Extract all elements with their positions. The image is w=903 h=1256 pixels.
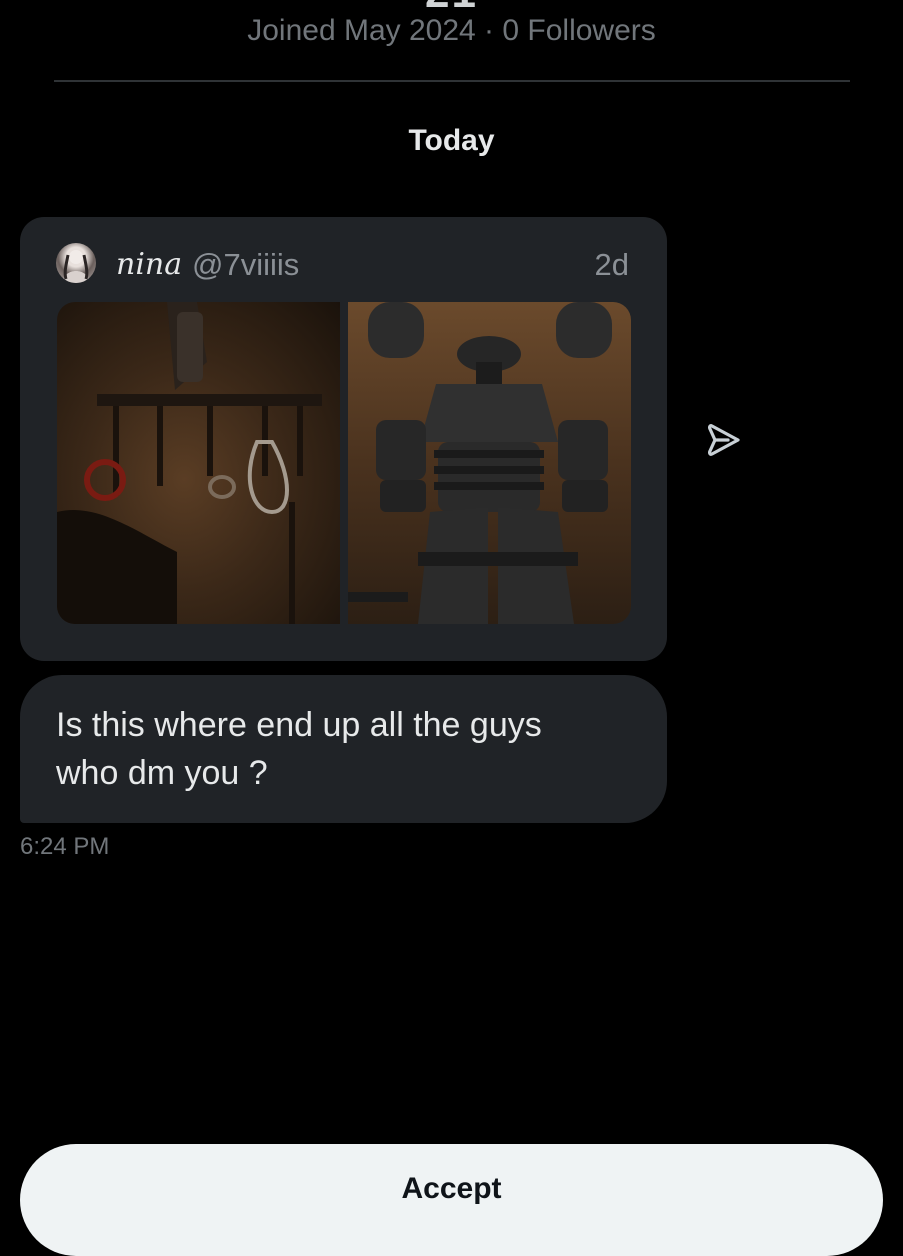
message-timestamp: 6:24 PM (20, 833, 110, 860)
accept-button-label: Accept (401, 1172, 502, 1205)
author-handle: @7viiiis (192, 247, 300, 282)
avatar-figure-icon (62, 250, 90, 283)
quoted-post-card[interactable]: nina @7viiiis 2d (20, 217, 667, 661)
header-divider (54, 80, 850, 82)
media-image-1[interactable] (57, 302, 340, 624)
message-bubble[interactable]: Is this where end up all the guys who dm… (20, 675, 667, 823)
date-separator: Today (408, 124, 495, 157)
author-name: nina (116, 247, 183, 282)
profile-partial-meta: Joined May 2024 · 0 Followers (247, 14, 656, 47)
accept-button[interactable]: Accept (20, 1144, 883, 1256)
post-relative-time: 2d (594, 247, 629, 282)
share-button[interactable] (704, 420, 744, 460)
media-image-2[interactable] (348, 302, 631, 624)
message-text: Is this where end up all the guys who dm… (56, 706, 542, 792)
author-avatar (56, 243, 96, 283)
restraint-chair-image (348, 302, 612, 624)
dungeon-wall-image (57, 302, 322, 624)
media-grid (57, 302, 631, 624)
send-arrow-icon (708, 424, 740, 456)
